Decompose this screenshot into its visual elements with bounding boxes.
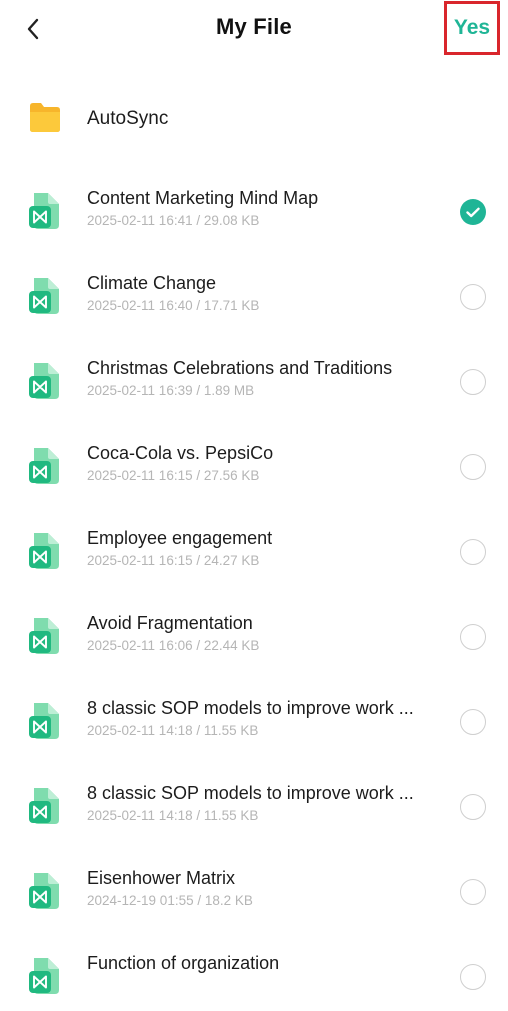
- select-radio[interactable]: [460, 794, 486, 820]
- file-meta: 2025-02-11 16:39 / 1.89 MB: [87, 383, 255, 398]
- mindmap-file-icon: [29, 618, 59, 654]
- mindmap-file-icon: [29, 448, 59, 484]
- mindmap-file-icon: [29, 873, 59, 909]
- file-meta: 2025-02-11 16:15 / 24.27 KB: [87, 553, 260, 568]
- mindmap-file-icon: [29, 703, 59, 739]
- select-radio-checked[interactable]: [460, 199, 486, 225]
- folder-item-autosync[interactable]: AutoSync: [0, 77, 508, 161]
- file-item-6[interactable]: Avoid Fragmentation 2025-02-11 16:06 / 2…: [0, 586, 508, 671]
- file-list: AutoSync Content Marketing Mind Map 2025…: [0, 77, 508, 1011]
- select-radio[interactable]: [460, 624, 486, 650]
- file-name: Eisenhower Matrix: [87, 868, 236, 888]
- file-name: Climate Change: [87, 273, 217, 293]
- file-item-1[interactable]: Content Marketing Mind Map 2025-02-11 16…: [0, 161, 508, 246]
- file-name: Content Marketing Mind Map: [87, 188, 319, 208]
- file-meta: 2024-12-19 01:55 / 18.2 KB: [87, 893, 253, 908]
- select-radio[interactable]: [460, 539, 486, 565]
- file-name: Coca-Cola vs. PepsiCo: [87, 443, 274, 463]
- mindmap-file-icon: [29, 363, 59, 399]
- select-radio[interactable]: [460, 454, 486, 480]
- file-meta: 2025-02-11 16:06 / 22.44 KB: [87, 638, 260, 653]
- file-name: Avoid Fragmentation: [87, 613, 253, 633]
- mindmap-file-icon: [29, 278, 59, 314]
- yes-button[interactable]: Yes: [444, 1, 500, 55]
- mindmap-file-icon: [29, 533, 59, 569]
- file-item-7[interactable]: 8 classic SOP models to improve work ...…: [0, 671, 508, 756]
- mindmap-file-icon: [29, 788, 59, 824]
- select-radio[interactable]: [460, 709, 486, 735]
- file-item-5[interactable]: Employee engagement 2025-02-11 16:15 / 2…: [0, 501, 508, 586]
- mindmap-file-icon: [29, 958, 59, 994]
- file-name: Employee engagement: [87, 528, 273, 548]
- file-name: Function of organization: [87, 953, 280, 973]
- file-meta: 2025-02-11 14:18 / 11.55 KB: [87, 808, 259, 823]
- folder-icon: [30, 103, 60, 132]
- file-item-3[interactable]: Christmas Celebrations and Traditions 20…: [0, 331, 508, 416]
- file-item-10[interactable]: Function of organization: [0, 926, 508, 1011]
- file-meta: 2025-02-11 14:18 / 11.55 KB: [87, 723, 259, 738]
- file-name: Christmas Celebrations and Traditions: [87, 358, 393, 378]
- select-radio[interactable]: [460, 964, 486, 990]
- file-name: 8 classic SOP models to improve work ...: [87, 698, 414, 718]
- file-item-2[interactable]: Climate Change 2025-02-11 16:40 / 17.71 …: [0, 246, 508, 331]
- file-item-9[interactable]: Eisenhower Matrix 2024-12-19 01:55 / 18.…: [0, 841, 508, 926]
- file-meta: 2025-02-11 16:40 / 17.71 KB: [87, 298, 260, 313]
- select-radio[interactable]: [460, 879, 486, 905]
- file-meta: 2025-02-11 16:15 / 27.56 KB: [87, 468, 260, 483]
- page-title: My File: [216, 14, 292, 39]
- folder-name: AutoSync: [87, 108, 169, 129]
- app-header: My File Yes: [0, 0, 508, 60]
- select-radio[interactable]: [460, 284, 486, 310]
- file-name: 8 classic SOP models to improve work ...: [87, 783, 414, 803]
- mindmap-file-icon: [29, 193, 59, 229]
- select-radio[interactable]: [460, 369, 486, 395]
- file-item-4[interactable]: Coca-Cola vs. PepsiCo 2025-02-11 16:15 /…: [0, 416, 508, 501]
- check-icon: [466, 207, 480, 217]
- file-item-8[interactable]: 8 classic SOP models to improve work ...…: [0, 756, 508, 841]
- file-meta: 2025-02-11 16:41 / 29.08 KB: [87, 213, 260, 228]
